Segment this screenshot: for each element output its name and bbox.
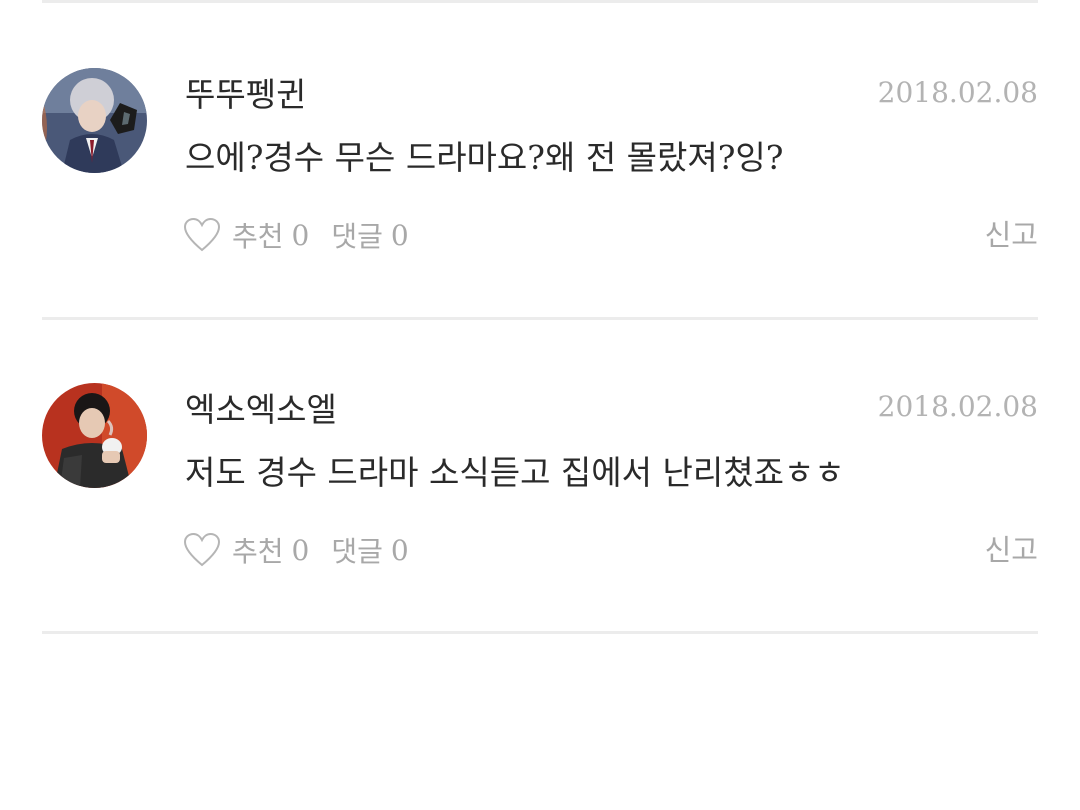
comment-date: 2018.02.08 — [877, 390, 1038, 423]
divider — [42, 631, 1038, 634]
reply-count: 0 — [390, 533, 409, 567]
divider — [42, 317, 1038, 320]
comment-actions: 추천 0 댓글 0 — [182, 528, 409, 572]
comment-text: 저도 경수 드라마 소식듣고 집에서 난리쳤죠ㅎㅎ — [185, 453, 845, 492]
like-label[interactable]: 추천 — [232, 530, 284, 570]
reply-label[interactable]: 댓글 — [331, 215, 383, 255]
report-button[interactable]: 신고 — [985, 213, 1038, 257]
avatar[interactable] — [42, 383, 147, 488]
avatar-photo — [42, 383, 147, 488]
reply-count: 0 — [390, 218, 409, 252]
reply-label[interactable]: 댓글 — [331, 530, 383, 570]
like-count: 0 — [291, 533, 310, 567]
comment-actions: 추천 0 댓글 0 — [182, 213, 409, 257]
like-label[interactable]: 추천 — [232, 215, 284, 255]
heart-outline-icon[interactable] — [182, 215, 222, 255]
like-count: 0 — [291, 218, 310, 252]
report-button[interactable]: 신고 — [985, 528, 1038, 572]
comment-item: 엑소엑소엘 2018.02.08 저도 경수 드라마 소식듣고 집에서 난리쳤죠… — [0, 0, 1080, 568]
heart-outline-icon[interactable] — [182, 530, 222, 570]
comment-author[interactable]: 엑소엑소엘 — [185, 390, 337, 430]
